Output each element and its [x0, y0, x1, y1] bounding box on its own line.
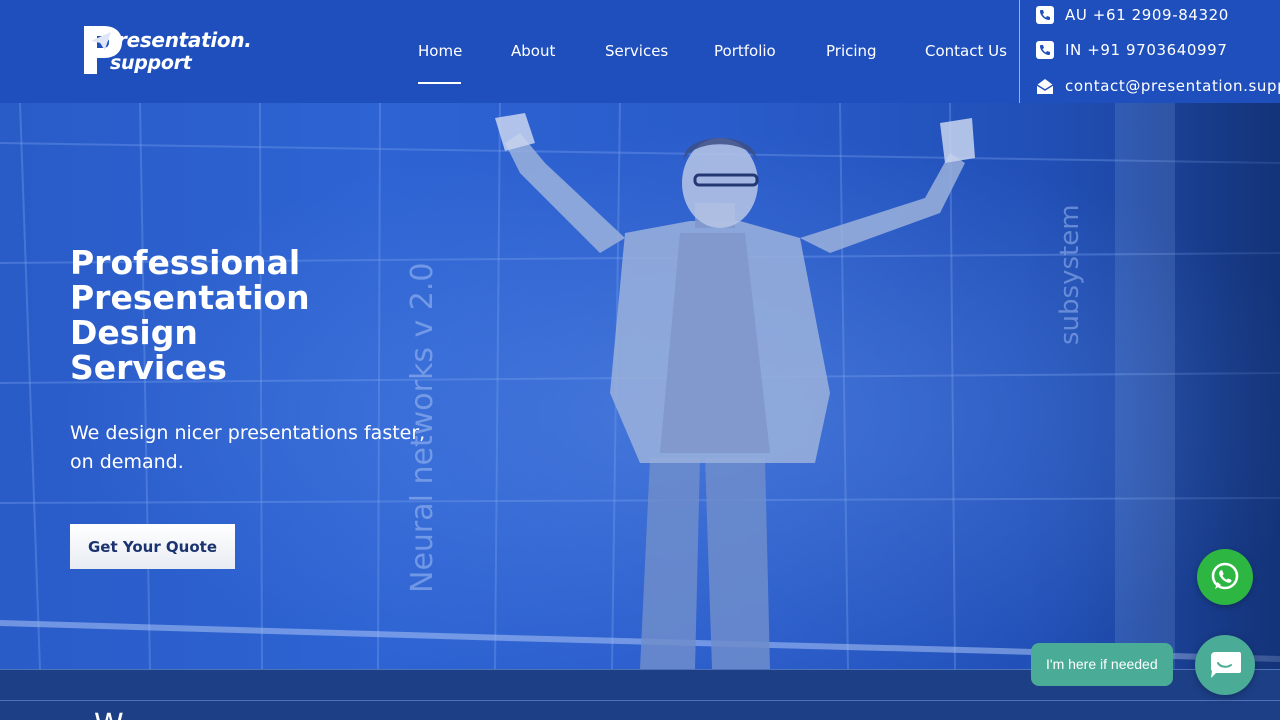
contact-phone-in-text: IN +91 9703640997 — [1065, 41, 1228, 59]
site-logo[interactable]: resentation. support — [80, 22, 252, 82]
phone-icon — [1036, 41, 1054, 59]
paper-plane-icon — [90, 31, 112, 51]
nav-active-indicator — [418, 82, 461, 84]
get-quote-button[interactable]: Get Your Quote — [70, 524, 235, 569]
email-icon — [1036, 79, 1054, 94]
site-header: resentation. support Home About Services… — [0, 0, 1280, 103]
backdrop-text-right: subsystem — [1055, 204, 1085, 345]
phone-icon — [1036, 6, 1054, 24]
chat-icon — [1211, 652, 1241, 678]
hero-title: Professional Presentation Design Service… — [70, 245, 350, 385]
logo-text-line1: resentation. — [117, 28, 252, 52]
section-divider — [0, 700, 1280, 701]
whatsapp-icon — [1211, 562, 1239, 590]
nav-item-services[interactable]: Services — [605, 42, 668, 60]
nav-item-pricing[interactable]: Pricing — [826, 42, 877, 60]
chat-button[interactable] — [1195, 635, 1255, 695]
hero-title-line: Services — [70, 348, 227, 387]
hero-title-line: Professional — [70, 243, 301, 282]
hero-title-line: Design — [70, 313, 198, 352]
contact-phone-au[interactable]: AU +61 2909-84320 — [1036, 5, 1229, 25]
contact-email[interactable]: contact@presentation.support — [1036, 76, 1280, 96]
hero-title-line: Presentation — [70, 278, 310, 317]
logo-text-line2: support — [110, 52, 192, 74]
contact-divider — [1019, 0, 1020, 103]
contact-phone-au-text: AU +61 2909-84320 — [1065, 6, 1229, 24]
whatsapp-button[interactable] — [1197, 549, 1253, 605]
nav-item-about[interactable]: About — [511, 42, 555, 60]
nav-item-portfolio[interactable]: Portfolio — [714, 42, 776, 60]
hero-subtitle: We design nicer presentations faster, on… — [70, 422, 426, 473]
nav-item-contact-us[interactable]: Contact Us — [925, 42, 1007, 60]
next-section-heading: W — [94, 708, 124, 720]
contact-email-text: contact@presentation.support — [1065, 77, 1280, 95]
contact-phone-in[interactable]: IN +91 9703640997 — [1036, 40, 1227, 60]
chat-prompt-bubble[interactable]: I'm here if needed — [1031, 643, 1173, 686]
nav-item-home[interactable]: Home — [418, 42, 462, 60]
hero-section: Neural networks v 2.0 subsystem Professi… — [0, 103, 1280, 669]
